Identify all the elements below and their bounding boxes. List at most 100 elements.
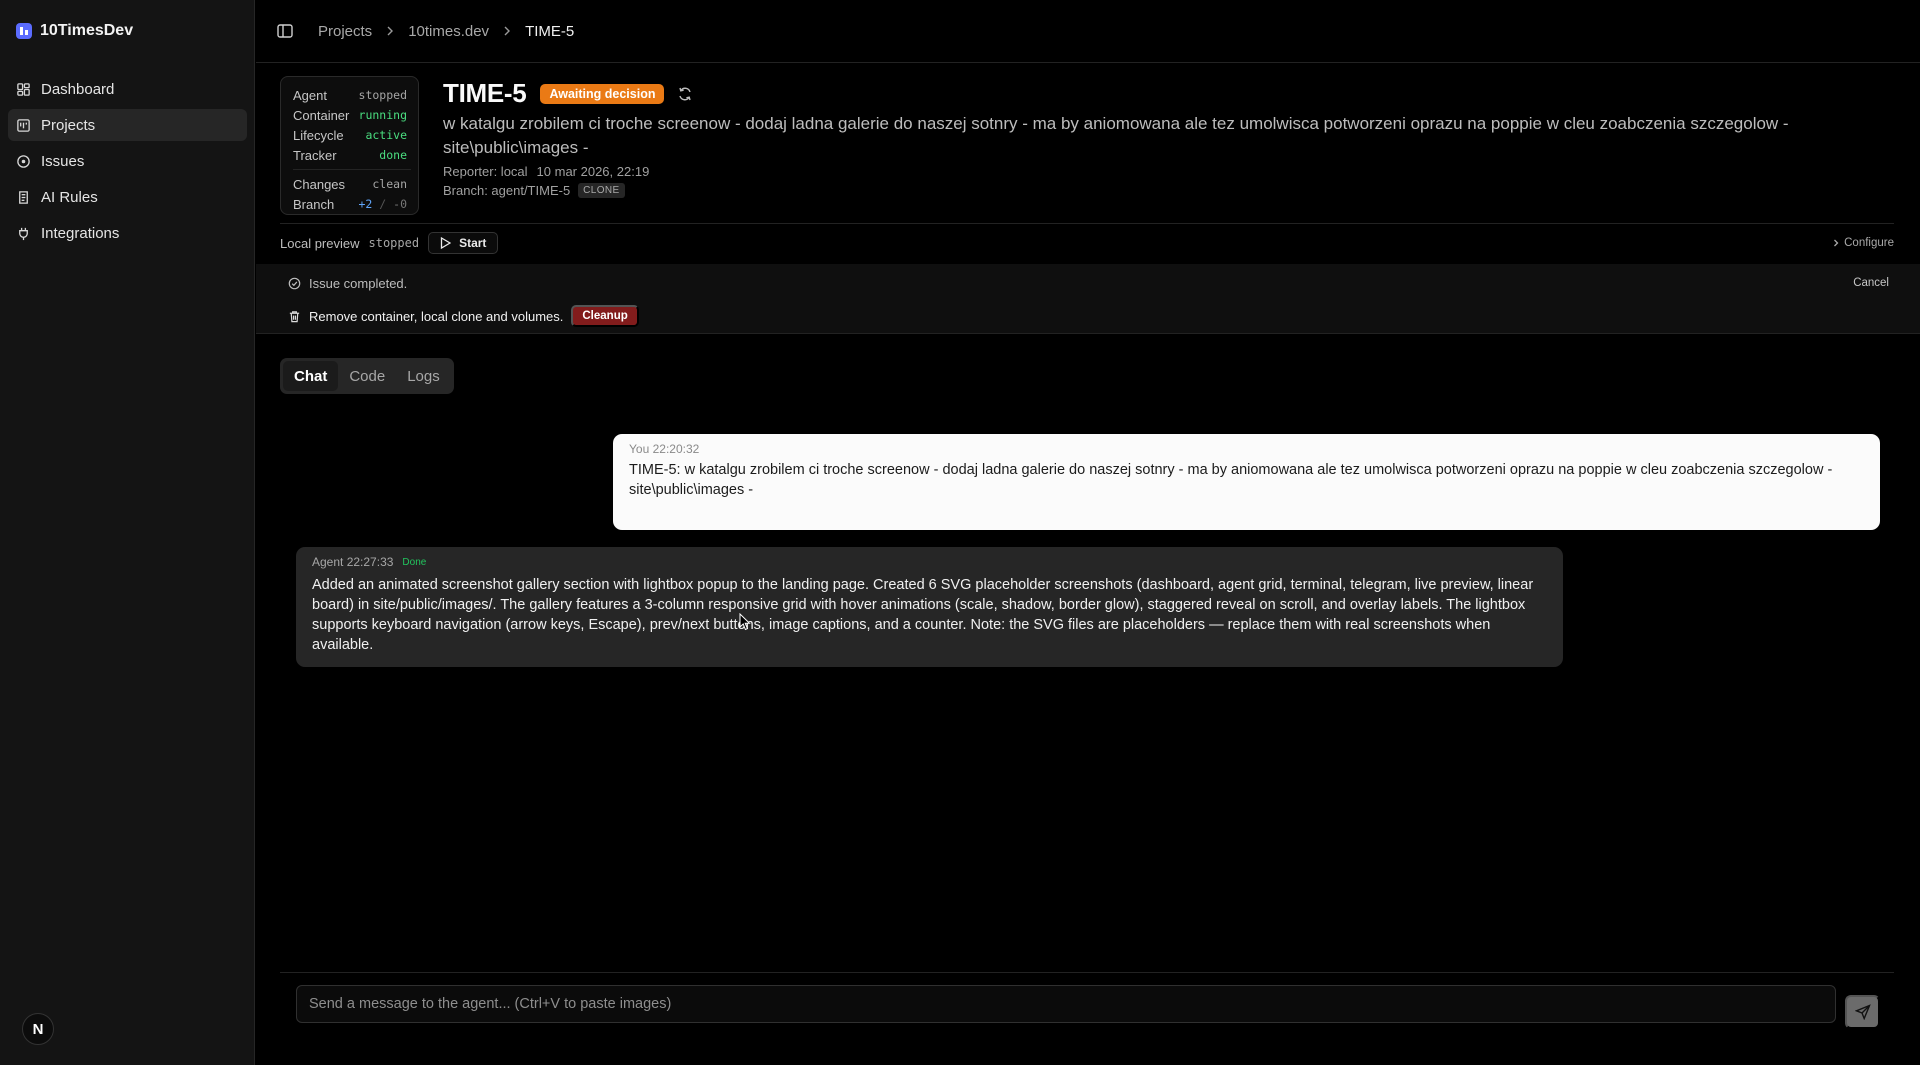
play-icon: [440, 237, 452, 249]
branch-sep: /: [379, 197, 387, 211]
status-label: Tracker: [293, 147, 337, 163]
status-agent: Agent stopped: [293, 85, 407, 105]
send-button[interactable]: [1845, 995, 1880, 1029]
rules-icon: [19, 190, 28, 204]
tab-logs[interactable]: Logs: [396, 361, 451, 391]
status-divider: [293, 169, 411, 170]
sidebar-item-projects[interactable]: Projects: [8, 109, 247, 141]
message-meta: You 22:20:32: [629, 442, 1864, 456]
app-logo-icon: [16, 23, 32, 39]
status-value: active: [365, 128, 407, 142]
completion-status: Issue completed.: [288, 276, 407, 291]
projects-icon: [17, 118, 30, 132]
issue-branch: Branch: agent/TIME-5 CLONE: [443, 183, 625, 198]
start-label: Start: [459, 236, 487, 250]
message-author: Agent: [312, 555, 344, 569]
status-value: stopped: [358, 88, 407, 102]
status-badge: Awaiting decision: [540, 83, 665, 104]
message-input[interactable]: Send a message to the agent... (Ctrl+V t…: [296, 985, 1836, 1023]
status-label: Branch: [293, 196, 335, 212]
preview-state: stopped: [368, 236, 420, 250]
issue-header: TIME-5 Awaiting decision: [443, 78, 693, 109]
sidebar-item-ai-rules[interactable]: AI Rules: [8, 181, 247, 213]
status-tracker: Tracker done: [293, 145, 407, 165]
configure-label: Configure: [1844, 237, 1894, 249]
breadcrumb: Projects 10times.dev TIME-5: [318, 23, 574, 40]
user-message: You 22:20:32 TIME-5: w katalgu zrobilem …: [613, 434, 1880, 530]
sidebar-item-label: Projects: [41, 116, 96, 134]
local-preview: Local preview stopped Start Configure: [280, 232, 1894, 254]
chevron-right-icon: [504, 26, 511, 36]
sidebar-item-label: Integrations: [41, 224, 120, 242]
status-value: running: [358, 108, 407, 122]
breadcrumb-projects[interactable]: Projects: [318, 23, 372, 40]
breadcrumb-issue: TIME-5: [525, 22, 575, 40]
sidebar-item-integrations[interactable]: Integrations: [8, 217, 247, 249]
topbar: Projects 10times.dev TIME-5: [256, 0, 1920, 63]
start-preview-button[interactable]: Start: [428, 232, 499, 254]
status-value: clean: [372, 177, 407, 191]
issue-branch-name: Branch: agent/TIME-5: [443, 183, 571, 198]
issue-reporter: Reporter: local: [443, 164, 528, 179]
preview-label: Local preview: [280, 235, 360, 251]
mouse-cursor-icon: [739, 613, 751, 631]
sidebar-item-label: AI Rules: [41, 188, 98, 206]
message-meta: Agent 22:27:33 Done: [312, 555, 1547, 569]
status-branch: Branch +2 / -0: [293, 194, 407, 214]
brand[interactable]: 10TimesDev: [16, 22, 133, 40]
cleanup-row: Remove container, local clone and volume…: [288, 305, 639, 327]
chevron-right-icon: [1834, 239, 1839, 247]
completion-panel: Issue completed. Cancel Remove container…: [256, 264, 1920, 334]
status-lifecycle: Lifecycle active: [293, 125, 407, 145]
message-text: Added an animated screenshot gallery sec…: [312, 577, 1534, 653]
agent-message: Agent 22:27:33 Done Added an animated sc…: [296, 547, 1563, 667]
refresh-icon[interactable]: [677, 86, 693, 102]
message-author: You: [629, 442, 650, 456]
cleanup-text: Remove container, local clone and volume…: [309, 308, 564, 324]
chevron-right-icon: [387, 26, 394, 36]
tab-code[interactable]: Code: [338, 361, 396, 391]
status-label: Container: [293, 107, 350, 123]
composer-divider: [280, 972, 1894, 973]
sidebar-item-label: Issues: [41, 152, 85, 170]
plug-icon: [19, 227, 28, 240]
configure-button[interactable]: Configure: [1832, 237, 1894, 249]
divider: [280, 223, 1894, 224]
tab-chat[interactable]: Chat: [283, 361, 339, 391]
check-circle-icon: [288, 277, 301, 290]
message-status-badge: Done: [402, 556, 427, 568]
status-label: Agent: [293, 87, 327, 103]
message-text: TIME-5: w katalgu zrobilem ci troche scr…: [629, 462, 1833, 498]
status-value: done: [379, 148, 407, 162]
status-card: Agent stopped Container running Lifecycl…: [280, 76, 419, 215]
sidebar-item-dashboard[interactable]: Dashboard: [8, 73, 247, 105]
issue-date: 10 mar 2026, 22:19: [536, 164, 650, 179]
breadcrumb-project[interactable]: 10times.dev: [408, 23, 489, 40]
clone-tag: CLONE: [578, 183, 625, 198]
message-time: 22:27:33: [346, 555, 394, 569]
sidebar: 10TimesDev Dashboard Projects Issues AI …: [0, 0, 255, 1065]
issues-icon: [17, 154, 30, 168]
view-tabs: Chat Code Logs: [280, 358, 454, 394]
branch-added: +2: [358, 197, 373, 211]
sidebar-item-issues[interactable]: Issues: [8, 145, 247, 177]
avatar[interactable]: N: [22, 1013, 54, 1045]
status-changes: Changes clean: [293, 174, 407, 194]
status-container: Container running: [293, 105, 407, 125]
branch-removed: -0: [393, 197, 407, 211]
cancel-button[interactable]: Cancel: [1853, 277, 1889, 289]
branch-diff: +2 / -0: [358, 197, 407, 211]
completion-message: Issue completed.: [309, 276, 408, 291]
issue-title: TIME-5: [443, 78, 527, 108]
app-name: 10TimesDev: [40, 22, 134, 39]
cleanup-button[interactable]: Cleanup: [571, 305, 639, 327]
issue-description: w katalgu zrobilem ci troche screenow - …: [443, 114, 1789, 157]
status-label: Changes: [293, 176, 346, 192]
sidebar-item-label: Dashboard: [41, 80, 115, 98]
sidebar-nav: Dashboard Projects Issues AI Rules Integ…: [8, 73, 247, 253]
sidebar-toggle-icon[interactable]: [276, 22, 294, 40]
status-label: Lifecycle: [293, 127, 344, 143]
send-icon: [1854, 1004, 1871, 1020]
trash-icon: [289, 310, 300, 322]
dashboard-icon: [17, 82, 30, 96]
